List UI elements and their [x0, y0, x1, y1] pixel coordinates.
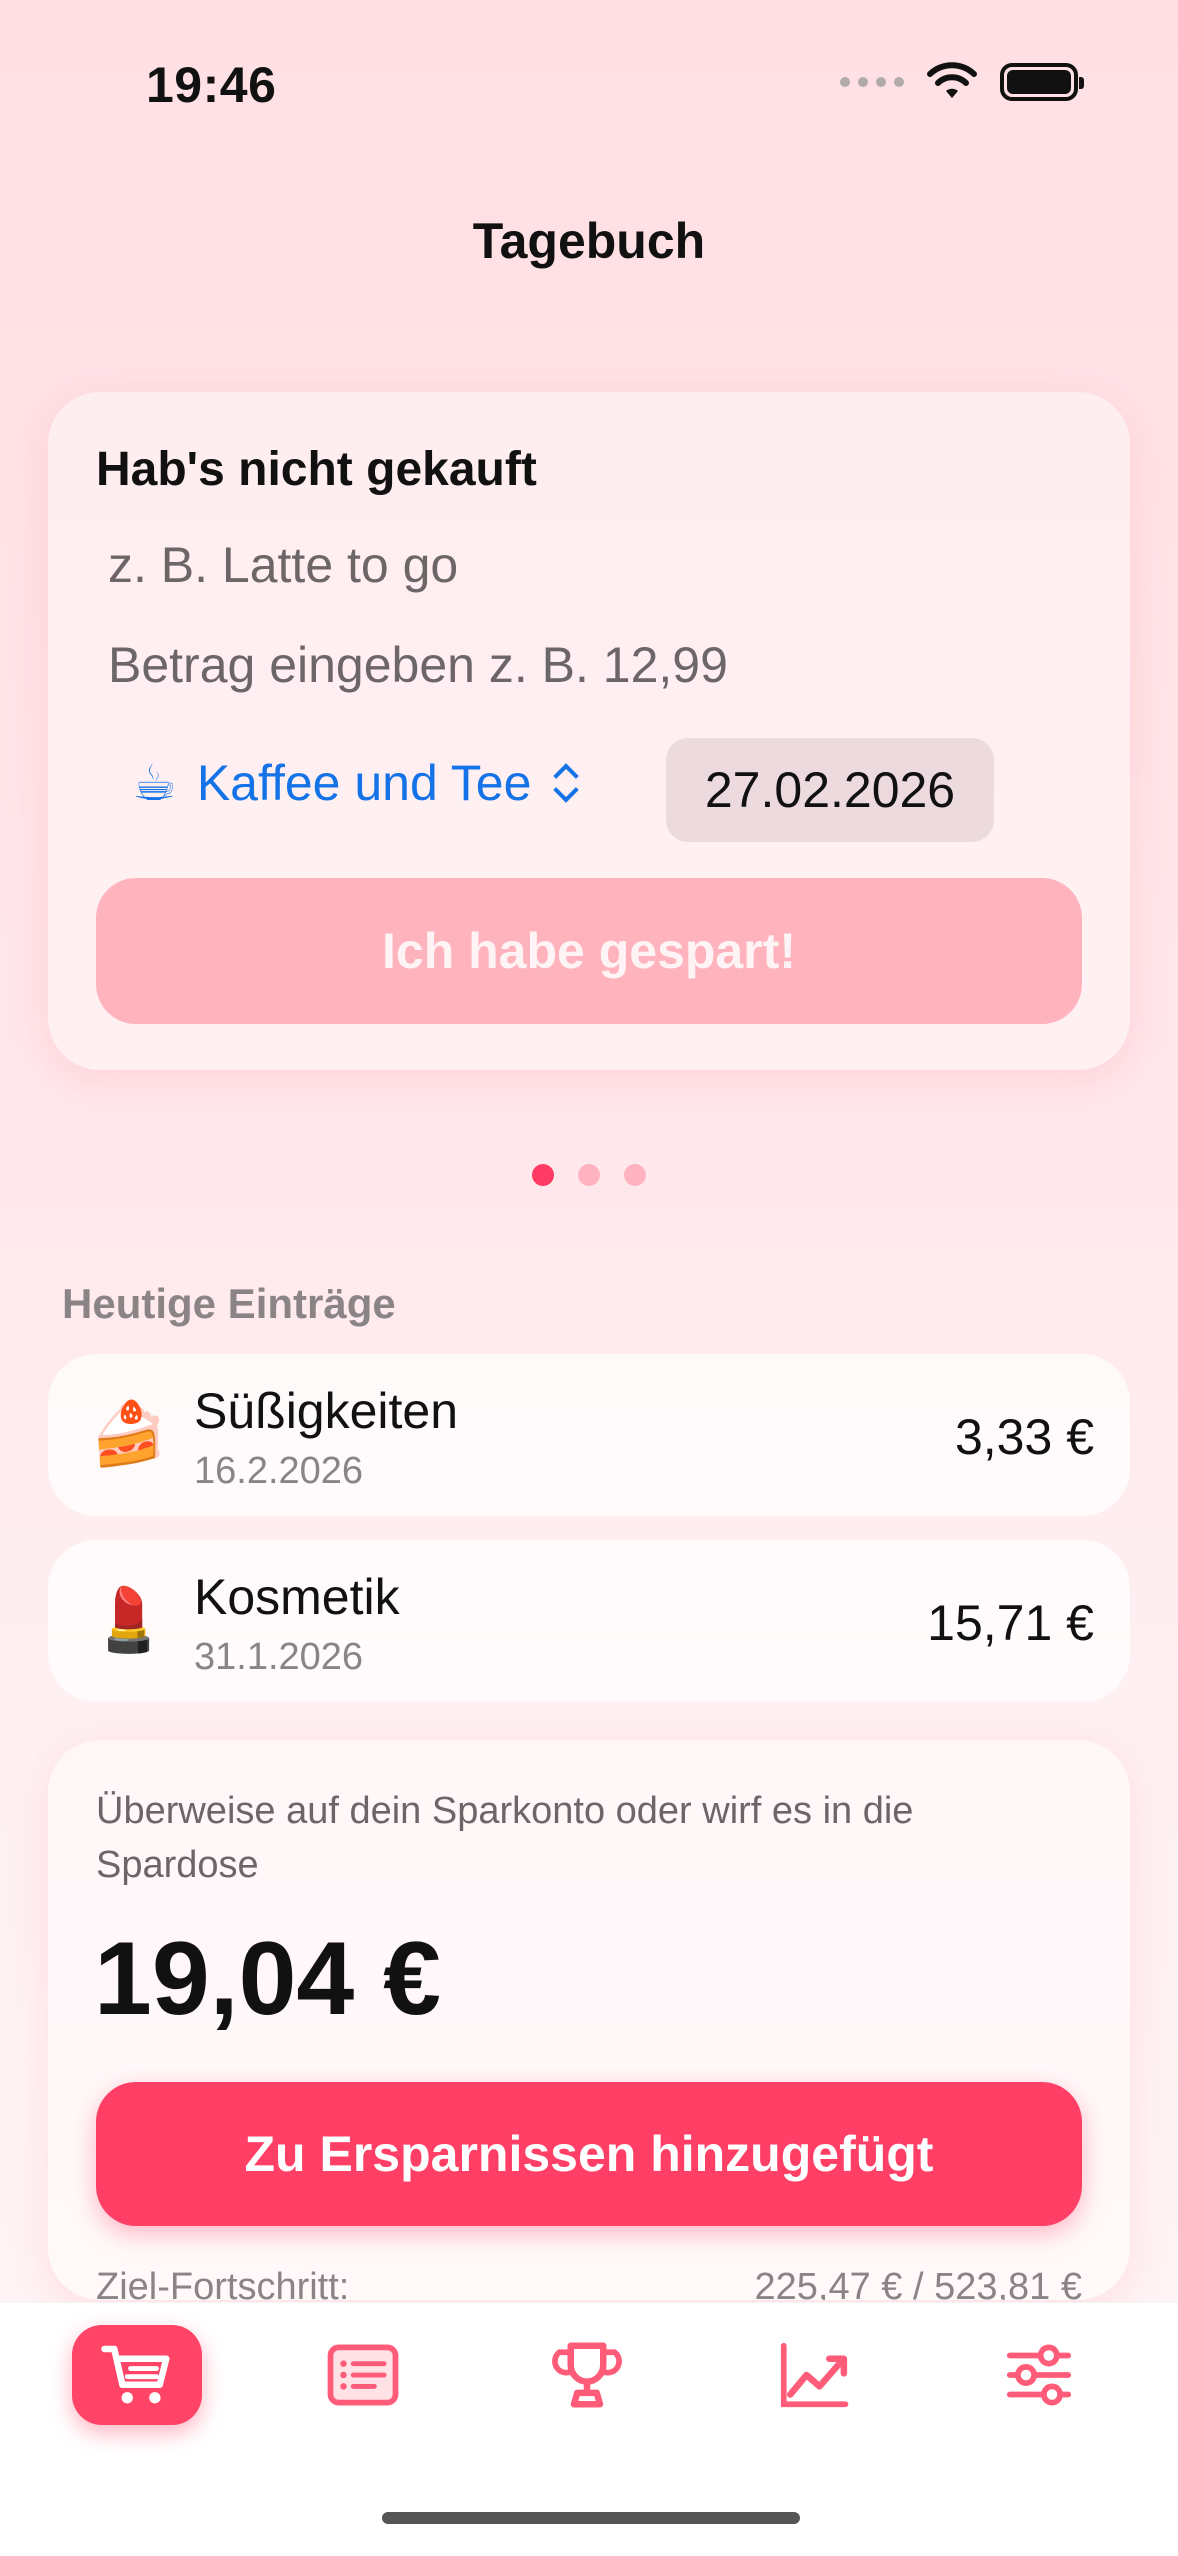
entry-form-card: Hab's nicht gekauft z. B. Latte to go Be… — [48, 392, 1130, 1070]
entry-amount: 15,71 € — [927, 1595, 1094, 1651]
page-dot-active[interactable] — [532, 1164, 554, 1186]
tab-cart[interactable] — [72, 2325, 202, 2425]
entry-date: 31.1.2026 — [194, 1636, 364, 1678]
cart-icon — [101, 2345, 170, 2404]
summary-hint: Überweise auf dein Sparkonto oder wirf e… — [96, 1790, 914, 1886]
goal-progress-value: 225,47 € / 523,81 € — [754, 2266, 1082, 2300]
entry-name: Kosmetik — [194, 1569, 400, 1625]
category-label: Kaffee und Tee — [196, 755, 532, 811]
amount-input[interactable]: Betrag eingeben z. B. 12,99 — [108, 636, 728, 694]
summary-card: Überweise auf dein Sparkonto oder wirf e… — [48, 1740, 1130, 2300]
status-time: 19:46 — [146, 57, 277, 113]
page-dot[interactable] — [624, 1164, 646, 1186]
tab-list[interactable] — [298, 2325, 428, 2425]
list-item[interactable]: 💄 Kosmetik 31.1.2026 15,71 € — [48, 1540, 1130, 1702]
home-indicator[interactable] — [382, 2512, 800, 2524]
cake-icon: 🍰 — [90, 1400, 168, 1469]
chart-icon — [780, 2342, 849, 2408]
page-title: Tagebuch — [472, 213, 706, 269]
summary-total: 19,04 € — [94, 1921, 441, 2037]
list-item[interactable]: 🍰 Süßigkeiten 16.2.2026 3,33 € — [48, 1354, 1130, 1516]
category-picker[interactable]: ☕ Kaffee und Tee — [132, 754, 583, 812]
entry-form-heading: Hab's nicht gekauft — [96, 443, 537, 496]
tab-achievements[interactable] — [522, 2325, 652, 2425]
goal-progress-label: Ziel-Fortschritt: — [96, 2266, 350, 2300]
item-name-input[interactable]: z. B. Latte to go — [108, 536, 458, 594]
battery-icon — [1000, 63, 1084, 101]
wifi-icon — [927, 62, 977, 98]
tab-settings[interactable] — [974, 2325, 1104, 2425]
list-icon — [327, 2344, 399, 2406]
cellular-signal-icon — [840, 77, 904, 87]
status-icons — [840, 62, 1084, 102]
entry-name: Süßigkeiten — [194, 1383, 459, 1439]
tab-statistics[interactable] — [748, 2325, 878, 2425]
add-to-savings-button[interactable]: Zu Ersparnissen hinzugefügt — [96, 2082, 1082, 2226]
saved-button[interactable]: Ich habe gespart! — [96, 878, 1082, 1024]
chevron-updown-icon — [547, 761, 583, 805]
page-indicator[interactable] — [0, 1164, 1178, 1186]
section-title: Heutige Einträge — [62, 1280, 396, 1327]
sliders-icon — [1006, 2344, 1072, 2406]
page-dot[interactable] — [578, 1164, 600, 1186]
entry-date: 16.2.2026 — [194, 1450, 364, 1492]
entry-amount: 3,33 € — [954, 1409, 1094, 1465]
trophy-icon — [552, 2342, 622, 2408]
lipstick-icon: 💄 — [90, 1586, 168, 1655]
coffee-icon: ☕ — [132, 755, 177, 811]
date-picker[interactable]: 27.02.2026 — [666, 738, 994, 842]
